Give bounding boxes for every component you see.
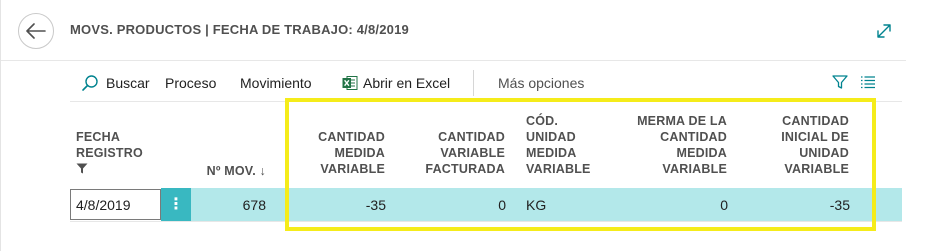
page-title: MOVS. PRODUCTOS | FECHA DE TRABAJO: 4/8/… xyxy=(70,22,409,37)
open-in-excel-button[interactable]: Abrir en Excel xyxy=(342,72,450,94)
cell-n-mov[interactable]: 678 xyxy=(191,188,266,221)
cell-fecha-registro[interactable]: 4/8/2019 xyxy=(70,189,161,220)
column-header-cantidad-inicial-unidad-variable[interactable]: CANTIDAD INICIAL DE UNIDAD VARIABLE xyxy=(741,113,849,177)
column-header-n-mov[interactable]: Nº MOV. ↓ xyxy=(191,163,266,179)
search-action[interactable]: Buscar xyxy=(81,72,150,94)
movimiento-label: Movimiento xyxy=(240,75,312,91)
cell-cantidad-variable-facturada[interactable]: 0 xyxy=(401,188,506,221)
back-button[interactable] xyxy=(18,13,54,49)
action-bar: Buscar Proceso Movimiento Abrir en Excel… xyxy=(1,62,906,102)
column-header-merma-cantidad-medida-variable[interactable]: MERMA DE LA CANTIDAD MEDIDA VARIABLE xyxy=(621,113,727,177)
excel-icon xyxy=(342,75,358,91)
column-header-cod-unidad-medida-variable[interactable]: CÓD. UNIDAD MEDIDA VARIABLE xyxy=(526,113,606,177)
table-row[interactable]: 4/8/2019 ⋮ 678 -35 0 KG 0 -35 xyxy=(70,188,902,221)
more-options-label: Más opciones xyxy=(498,75,585,91)
search-label: Buscar xyxy=(106,75,150,91)
list-view-icon[interactable] xyxy=(860,75,876,89)
column-header-label: FECHA REGISTRO xyxy=(76,130,143,160)
action-divider xyxy=(473,70,474,96)
proceso-menu[interactable]: Proceso xyxy=(165,72,216,94)
open-in-excel-label: Abrir en Excel xyxy=(363,75,451,91)
row-actions-menu-button[interactable]: ⋮ xyxy=(161,188,191,221)
more-vertical-icon: ⋮ xyxy=(168,195,184,213)
page: MOVS. PRODUCTOS | FECHA DE TRABAJO: 4/8/… xyxy=(1,0,906,251)
movimiento-menu[interactable]: Movimiento xyxy=(240,72,312,94)
column-header-fecha-registro[interactable]: FECHA REGISTRO xyxy=(76,129,166,174)
filter-active-icon xyxy=(76,163,88,174)
cell-merma-cantidad-medida-variable[interactable]: 0 xyxy=(621,188,728,221)
grid-divider xyxy=(70,101,902,102)
cell-cantidad-inicial-unidad-variable[interactable]: -35 xyxy=(741,188,850,221)
proceso-label: Proceso xyxy=(165,75,217,91)
cell-cod-unidad-medida-variable[interactable]: KG xyxy=(526,188,606,221)
search-icon xyxy=(81,74,99,92)
row-divider xyxy=(70,221,902,222)
filter-icon[interactable] xyxy=(831,73,849,91)
column-header-cantidad-medida-variable[interactable]: CANTIDAD MEDIDA VARIABLE xyxy=(291,129,385,177)
cell-cantidad-medida-variable[interactable]: -35 xyxy=(291,188,386,221)
page-header: MOVS. PRODUCTOS | FECHA DE TRABAJO: 4/8/… xyxy=(1,0,906,60)
more-options-button[interactable]: Más opciones xyxy=(498,72,584,94)
arrow-left-icon xyxy=(26,23,46,39)
window-frame: MOVS. PRODUCTOS | FECHA DE TRABAJO: 4/8/… xyxy=(0,0,952,251)
column-header-cantidad-variable-facturada[interactable]: CANTIDAD VARIABLE FACTURADA xyxy=(401,129,505,177)
header-divider xyxy=(1,60,906,61)
expand-diagonal-icon[interactable] xyxy=(875,22,893,40)
